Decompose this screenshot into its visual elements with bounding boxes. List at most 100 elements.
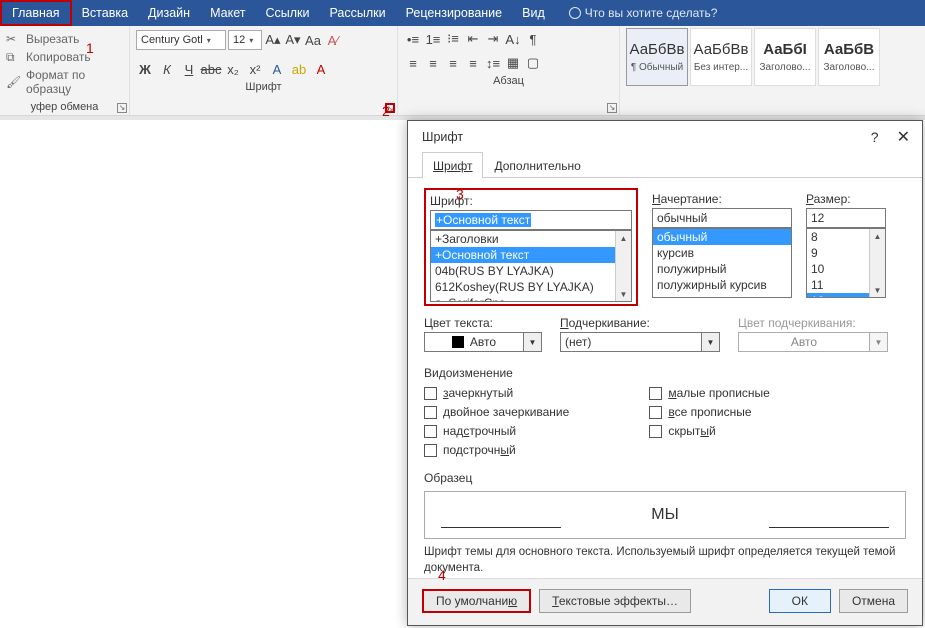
text-effects-button[interactable]: A (268, 60, 286, 78)
group-clipboard: ✂ Вырезать ⧉ Копировать 🖌 Формат по обра… (0, 26, 130, 115)
superscript-button[interactable]: x² (246, 60, 264, 78)
scrollbar[interactable]: ▲▼ (615, 231, 631, 301)
close-button[interactable]: ✕ (893, 127, 914, 147)
font-input[interactable]: +Основной текст (430, 210, 632, 230)
font-listbox[interactable]: +Заголовки +Основной текст 04b(RUS BY LY… (430, 230, 632, 302)
text-effects-button[interactable]: Текстовые эффекты… (539, 589, 691, 613)
group-clipboard-title: уфер обмена (6, 98, 123, 113)
underline-combo[interactable]: (нет) ▼ (560, 332, 720, 352)
default-button[interactable]: По умолчанию (422, 589, 531, 613)
change-case-icon[interactable]: Aa (304, 31, 322, 49)
brush-icon: 🖌 (6, 75, 20, 89)
chevron-down-icon: ▼ (870, 332, 888, 352)
tab-view[interactable]: Вид (512, 0, 555, 26)
list-item[interactable]: обычный (653, 229, 791, 245)
list-item[interactable]: курсив (653, 245, 791, 261)
tab-home[interactable]: Главная (0, 0, 72, 26)
multilevel-icon[interactable]: ⁝≡ (444, 30, 462, 48)
dialog-footer: По умолчанию Текстовые эффекты… ОК Отмен… (408, 578, 922, 625)
align-left-icon[interactable]: ≡ (404, 54, 422, 72)
shrink-font-icon[interactable]: A▾ (284, 31, 302, 49)
style-heading1[interactable]: АаБбI Заголово... (754, 28, 816, 86)
tab-mailings[interactable]: Рассылки (319, 0, 395, 26)
grow-font-icon[interactable]: A▴ (264, 31, 282, 49)
copy-button[interactable]: ⧉ Копировать (6, 48, 123, 66)
sort-icon[interactable]: A↓ (504, 30, 522, 48)
borders-icon[interactable]: ▢ (524, 54, 542, 72)
effects-title: Видоизменение (424, 366, 906, 380)
tab-layout[interactable]: Макет (200, 0, 255, 26)
align-right-icon[interactable]: ≡ (444, 54, 462, 72)
chevron-down-icon[interactable]: ▼ (702, 332, 720, 352)
strike-button[interactable]: abc (202, 60, 220, 78)
underline-button[interactable]: Ч (180, 60, 198, 78)
style-normal[interactable]: АаБбВв ¶ Обычный (626, 28, 688, 86)
pilcrow-icon[interactable]: ¶ (524, 30, 542, 48)
font-color-button[interactable]: A (312, 60, 330, 78)
justify-icon[interactable]: ≡ (464, 54, 482, 72)
check-hidden[interactable]: скрытый (649, 424, 770, 438)
list-item[interactable]: a_SeriferCps (431, 295, 631, 302)
italic-button[interactable]: К (158, 60, 176, 78)
ok-button[interactable]: ОК (769, 589, 831, 613)
dialog-tab-advanced[interactable]: Дополнительно (483, 152, 591, 178)
check-sub[interactable]: подстрочный (424, 443, 569, 457)
group-styles: АаБбВв ¶ Обычный АаБбВв Без интер... АаБ… (620, 26, 925, 115)
dialog-tab-font[interactable]: Шрифт (422, 152, 483, 178)
list-item[interactable]: 612Koshey(RUS BY LYAJKA) (431, 279, 631, 295)
subscript-button[interactable]: x₂ (224, 60, 242, 78)
underline-color-label: Цвет подчеркивания: (738, 316, 888, 330)
help-button[interactable]: ? (871, 129, 879, 145)
font-size-select[interactable]: 12▾ (228, 30, 262, 50)
sample-box: МЫ (424, 491, 906, 539)
tab-review[interactable]: Рецензирование (396, 0, 513, 26)
bold-button[interactable]: Ж (136, 60, 154, 78)
check-allcaps[interactable]: все прописные (649, 405, 770, 419)
check-super[interactable]: надстрочный (424, 424, 569, 438)
format-painter-button[interactable]: 🖌 Формат по образцу (6, 66, 123, 98)
list-item[interactable]: +Основной текст (431, 247, 631, 263)
style-heading2[interactable]: АаБбВ Заголово... (818, 28, 880, 86)
paragraph-launcher[interactable]: ↘ (607, 103, 617, 113)
tab-design[interactable]: Дизайн (138, 0, 200, 26)
check-smallcaps[interactable]: малые прописные (649, 386, 770, 400)
list-item[interactable]: полужирный курсив (653, 277, 791, 293)
clipboard-launcher[interactable]: ↘ (117, 103, 127, 113)
dialog-tabs: Шрифт Дополнительно (408, 151, 922, 178)
chevron-down-icon[interactable]: ▼ (524, 332, 542, 352)
align-center-icon[interactable]: ≡ (424, 54, 442, 72)
bullets-icon[interactable]: •≡ (404, 30, 422, 48)
dialog-title: Шрифт (422, 130, 463, 144)
tell-me[interactable]: Что вы хотите сделать? (555, 0, 718, 26)
text-color-combo[interactable]: Авто ▼ (424, 332, 542, 352)
check-strike[interactable]: зачеркнутый (424, 386, 569, 400)
check-dstrike[interactable]: двойное зачеркивание (424, 405, 569, 419)
indent-icon[interactable]: ⇥ (484, 30, 502, 48)
shading-icon[interactable]: ▦ (504, 54, 522, 72)
size-input[interactable]: 12 (806, 208, 886, 228)
numbering-icon[interactable]: 1≡ (424, 30, 442, 48)
tab-references[interactable]: Ссылки (255, 0, 319, 26)
list-item[interactable]: +Заголовки (431, 231, 631, 247)
font-name-select[interactable]: Century Gotl▾ (136, 30, 226, 50)
font-dialog: Шрифт ? ✕ Шрифт Дополнительно 3 Шрифт: +… (407, 120, 923, 626)
list-item[interactable]: 04b(RUS BY LYAJKA) (431, 263, 631, 279)
highlight-button[interactable]: ab (290, 60, 308, 78)
style-no-spacing[interactable]: АаБбВв Без интер... (690, 28, 752, 86)
outdent-icon[interactable]: ⇤ (464, 30, 482, 48)
ribbon-tab-bar: Главная Вставка Дизайн Макет Ссылки Расс… (0, 0, 925, 26)
size-listbox[interactable]: 8 9 10 11 12 ▲▼ (806, 228, 886, 298)
style-input[interactable]: обычный (652, 208, 792, 228)
tab-insert[interactable]: Вставка (72, 0, 138, 26)
clear-formatting-icon[interactable]: A⁄ (324, 31, 342, 49)
annotation-2: 2 (382, 103, 390, 119)
style-listbox[interactable]: обычный курсив полужирный полужирный кур… (652, 228, 792, 298)
line-spacing-icon[interactable]: ↕≡ (484, 54, 502, 72)
scissors-icon: ✂ (6, 32, 20, 46)
list-item[interactable]: полужирный (653, 261, 791, 277)
cut-button[interactable]: ✂ Вырезать (6, 30, 123, 48)
dialog-titlebar: Шрифт ? ✕ (408, 121, 922, 151)
cancel-button[interactable]: Отмена (839, 589, 908, 613)
annotation-4: 4 (438, 567, 446, 583)
scrollbar[interactable]: ▲▼ (869, 229, 885, 297)
